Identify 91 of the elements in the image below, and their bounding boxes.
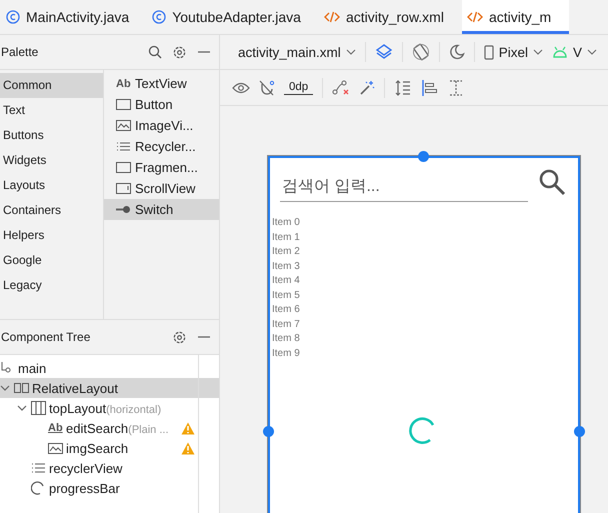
rotate-icon[interactable] [412, 43, 430, 61]
layout-icon [14, 381, 29, 395]
spinner-icon [31, 481, 46, 495]
editor-tab[interactable]: MainActivity.java [0, 0, 148, 34]
api-dropdown[interactable]: V [552, 44, 598, 60]
settings-icon[interactable] [172, 44, 187, 60]
chevron-icon[interactable] [0, 383, 10, 393]
image-icon [116, 119, 131, 132]
node-label: topLayout(horizontal) [49, 400, 162, 416]
text-icon: Ab [116, 78, 131, 90]
pack-icon[interactable] [394, 78, 412, 96]
category-item[interactable]: Helpers [0, 223, 103, 248]
magic-wand-icon[interactable] [359, 80, 376, 96]
rectangle-icon [116, 182, 131, 195]
category-item[interactable]: Google [0, 248, 103, 273]
code-icon [466, 10, 483, 24]
phone-icon [484, 44, 494, 60]
node-label: main [18, 360, 46, 376]
tree-item[interactable]: imgSearch [0, 438, 219, 458]
tree-item[interactable]: main [0, 358, 219, 378]
editor-tab[interactable]: activity_row.xml [318, 0, 462, 34]
class-icon [6, 10, 20, 24]
list-item: Item 6 [272, 303, 301, 317]
editor-tab[interactable]: YoutubeAdapter.java [147, 0, 319, 34]
category-item[interactable]: Widgets [0, 148, 103, 173]
eye-icon[interactable] [232, 80, 250, 94]
chevron-icon [587, 47, 598, 57]
node-label: editSearch(Plain ... [66, 420, 169, 436]
layers-icon[interactable] [374, 43, 393, 61]
list-icon [31, 461, 46, 475]
category-item[interactable]: Legacy [0, 273, 103, 298]
settings-icon[interactable] [172, 330, 187, 344]
node-label: progressBar [49, 480, 120, 496]
list-item: Item 7 [272, 318, 301, 332]
chevron-icon[interactable] [17, 403, 27, 413]
clear-constraints-icon[interactable] [332, 80, 350, 96]
image-icon [48, 441, 63, 455]
category-item[interactable]: Containers [0, 198, 103, 223]
search-field[interactable]: 검색어 입력... [280, 168, 528, 202]
guidelines-icon[interactable] [448, 78, 464, 96]
android-icon [552, 46, 568, 58]
widget-item[interactable]: ImageVi... [104, 115, 219, 136]
widget-item[interactable]: ScrollView [104, 178, 219, 199]
tree-item[interactable]: RelativeLayout [0, 378, 219, 398]
node-label: recyclerView [49, 460, 122, 476]
tree-item[interactable]: recyclerView [0, 458, 219, 478]
editor-tab[interactable]: activity_m [462, 0, 570, 34]
default-margin-button[interactable]: 0dp [284, 80, 314, 94]
resize-handle[interactable] [574, 426, 585, 437]
list-item: Item 8 [272, 332, 301, 346]
list-item: Item 0 [272, 216, 301, 230]
chevron-icon [346, 47, 356, 57]
search-icon[interactable] [148, 45, 162, 59]
widget-item[interactable]: Fragmen... [104, 157, 219, 178]
node-label: RelativeLayout [32, 380, 118, 396]
align-icon[interactable] [421, 78, 440, 96]
rectangle-icon [116, 161, 131, 174]
text-icon: Ab [48, 422, 63, 434]
widget-item[interactable]: Recycler... [104, 136, 219, 157]
device-dropdown[interactable]: Pixel [484, 44, 544, 60]
layout-file-dropdown[interactable]: activity_main.xml [238, 44, 356, 60]
category-item[interactable]: Buttons [0, 123, 103, 148]
widget-item[interactable]: Ab TextView [104, 73, 219, 94]
node-label: imgSearch [66, 440, 128, 456]
switch-icon [116, 203, 131, 216]
category-item[interactable]: Text [0, 98, 103, 123]
list-item: Item 2 [272, 245, 301, 259]
list-item: Item 4 [272, 274, 301, 288]
list-item: Item 9 [272, 346, 301, 360]
tree-item[interactable]: progressBar [0, 478, 219, 498]
widget-item[interactable]: Switch [104, 199, 219, 220]
class-icon [152, 10, 166, 24]
search-icon[interactable] [538, 168, 566, 196]
rectangle-icon [116, 98, 131, 111]
category-item[interactable]: Layouts [0, 173, 103, 198]
list-item: Item 3 [272, 260, 301, 274]
list-item: Item 5 [272, 288, 301, 302]
moon-icon[interactable] [448, 44, 465, 60]
category-item[interactable]: Common [0, 73, 103, 98]
chevron-icon [533, 47, 544, 57]
code-icon [324, 10, 340, 24]
resize-handle[interactable] [263, 426, 274, 437]
tree-item[interactable]: topLayout(horizontal) [0, 398, 219, 418]
tree-item[interactable]: Ab editSearch(Plain ... [0, 418, 219, 438]
columns-icon [31, 401, 46, 415]
resize-handle[interactable] [418, 151, 429, 162]
widget-item[interactable]: Button [104, 94, 219, 115]
list-icon [116, 140, 131, 153]
panel-title: Palette [1, 45, 40, 59]
panel-title: Component Tree [1, 330, 92, 344]
list-item: Item 1 [272, 230, 301, 244]
